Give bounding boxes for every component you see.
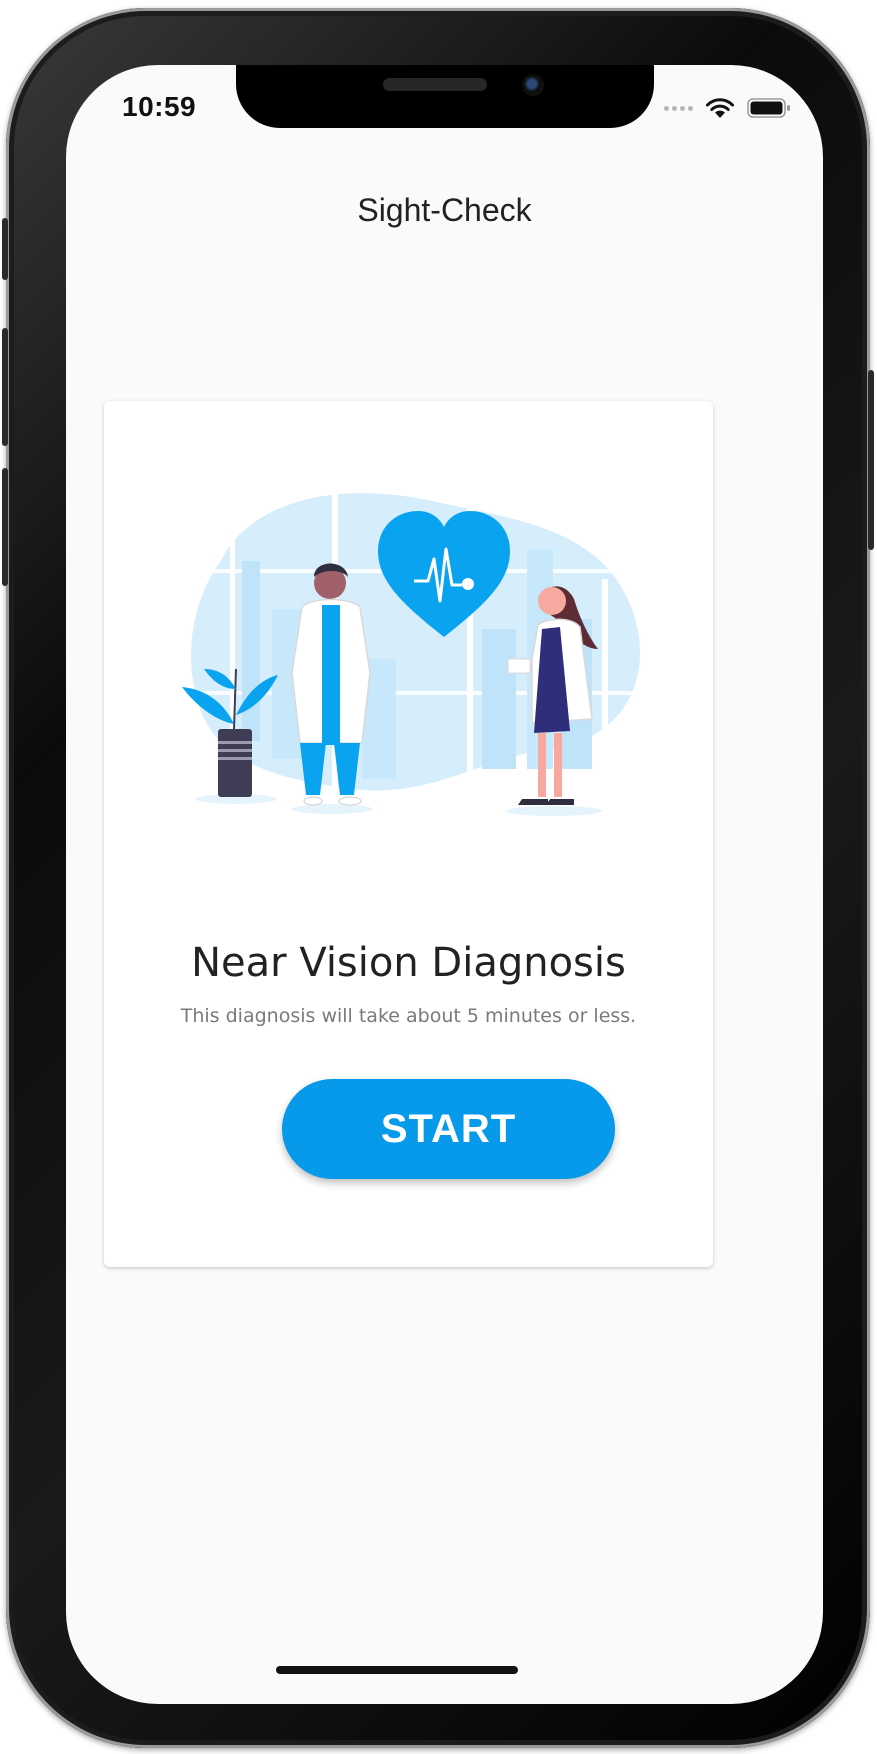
screen: 10:59 Sight-Check Near Vision Diagnosis … <box>66 65 823 1704</box>
doctors-illustration <box>182 489 642 816</box>
speaker-grille <box>383 78 487 91</box>
diagnosis-card: Near Vision Diagnosis This diagnosis wil… <box>104 401 713 1267</box>
page-title: Sight-Check <box>357 192 532 228</box>
start-button[interactable]: START <box>282 1079 615 1179</box>
battery-icon <box>747 98 790 118</box>
home-indicator[interactable] <box>276 1666 518 1674</box>
power-button <box>868 370 874 550</box>
status-icons <box>664 97 791 119</box>
front-camera <box>522 74 544 96</box>
notch <box>236 65 654 128</box>
signal-icon <box>664 105 693 111</box>
silent-switch <box>2 218 8 280</box>
diagnosis-subtitle: This diagnosis will take about 5 minutes… <box>180 1005 637 1027</box>
status-time: 10:59 <box>122 91 197 122</box>
volume-down-button <box>2 468 8 586</box>
diagnosis-title: Near Vision Diagnosis <box>191 940 626 986</box>
phone-frame: 10:59 Sight-Check Near Vision Diagnosis … <box>2 8 874 1748</box>
wifi-icon <box>706 98 734 118</box>
volume-up-button <box>2 328 8 446</box>
